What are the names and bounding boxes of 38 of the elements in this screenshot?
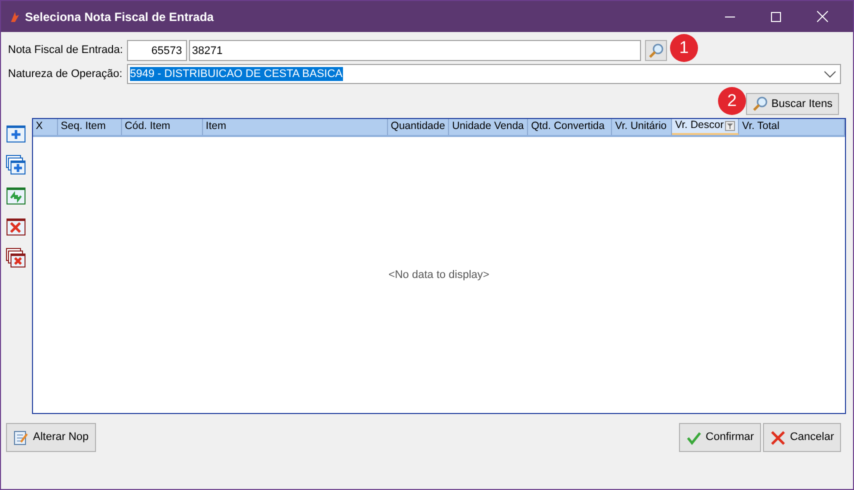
confirm-button[interactable]: Confirmar [678, 423, 761, 452]
column-header[interactable]: Vr. Descor [672, 119, 740, 135]
column-header[interactable]: X [32, 119, 58, 135]
column-header[interactable]: Vr. Total [739, 119, 845, 135]
empty-message: <No data to display> [388, 268, 490, 283]
add-window-icon[interactable] [6, 124, 26, 144]
number-badge: 2 [718, 87, 746, 115]
code-field[interactable]: 65573 [127, 40, 187, 61]
column-header[interactable]: Unidade Venda [449, 119, 528, 135]
column-header[interactable]: Quantidade [388, 119, 450, 135]
number-field[interactable]: 38271 [189, 40, 641, 61]
search-icon [752, 96, 768, 112]
window-title: Seleciona Nota Fiscal de Entrada [25, 8, 214, 26]
close-icon [816, 11, 828, 22]
column-header[interactable]: Item [202, 119, 388, 135]
edit-document-icon [13, 430, 29, 446]
delete-window-icon[interactable] [6, 217, 26, 237]
search-items-button[interactable]: Buscar Itens [746, 93, 839, 115]
change-nop-button[interactable]: Alterar Nop [6, 423, 96, 452]
chevron-down-icon [824, 70, 836, 78]
search-icon [648, 42, 664, 58]
operation-dropdown[interactable]: 5949 - DISTRIBUICAO DE CESTA BASICA [127, 64, 841, 84]
field-label: Natureza de Operação: [8, 66, 124, 82]
column-header[interactable]: Qtd. Convertida [528, 119, 612, 135]
search-button[interactable] [645, 40, 667, 61]
number-badge: 1 [670, 34, 698, 62]
cancel-button[interactable]: Cancelar [762, 423, 841, 452]
add-windows-icon[interactable] [6, 155, 26, 175]
field-label: Nota Fiscal de Entrada: [8, 43, 124, 58]
cancel-icon [770, 430, 786, 446]
column-header[interactable]: Seq. Item [58, 119, 122, 135]
refresh-window-icon[interactable] [6, 186, 26, 206]
column-header[interactable]: Cód. Item [122, 119, 203, 135]
filter-icon[interactable] [725, 121, 736, 131]
checkmark-icon [686, 430, 702, 446]
app-logo-icon [9, 10, 21, 22]
maximize-icon [771, 12, 781, 22]
delete-windows-icon[interactable] [6, 248, 26, 268]
